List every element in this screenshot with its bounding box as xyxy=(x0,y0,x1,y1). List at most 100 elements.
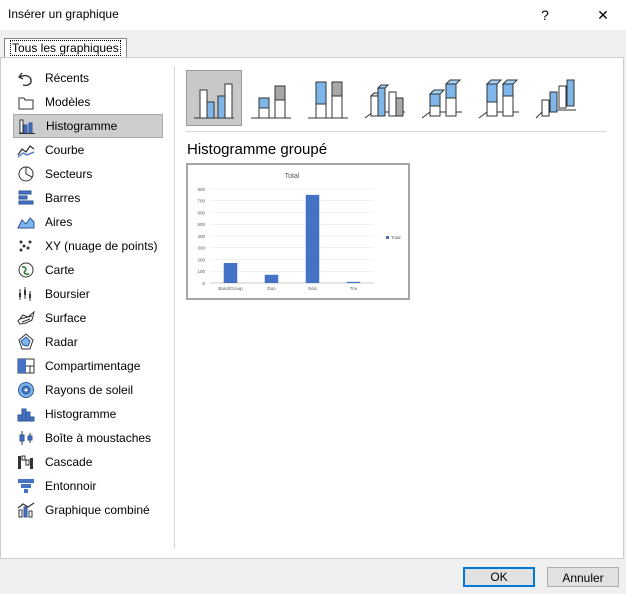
sidebar-item-label: Radar xyxy=(45,335,78,349)
y-tick-label: 200 xyxy=(197,257,205,262)
sidebar-item-label: Récents xyxy=(45,71,90,85)
sidebar-item-courbe[interactable]: Courbe xyxy=(13,138,163,162)
horizontal-divider xyxy=(186,131,606,132)
sidebar-item-bo-te-moustaches[interactable]: Boîte à moustaches xyxy=(13,426,163,450)
y-tick-label: 300 xyxy=(197,246,205,251)
clustered-column-option[interactable] xyxy=(186,70,242,126)
sidebar-item-xy-nuage-de-points[interactable]: XY (nuage de points) xyxy=(13,234,163,258)
preview-chart: Total 0 100 200 300 400 500 600 700 800 Band/Group… xyxy=(197,173,401,291)
sidebar-item-label: Graphique combiné xyxy=(45,503,150,517)
column-chart-icon xyxy=(18,117,36,135)
y-tick-label: 700 xyxy=(197,199,205,204)
box-whisker-icon xyxy=(17,429,35,447)
bar xyxy=(264,274,279,283)
funnel-icon xyxy=(17,477,35,495)
y-tick-label: 500 xyxy=(197,222,205,227)
sidebar-item-aires[interactable]: Aires xyxy=(13,210,163,234)
sidebar-item-surface[interactable]: Surface xyxy=(13,306,163,330)
tab-all-charts[interactable]: Tous les graphiques xyxy=(4,38,127,57)
title-bar: Insérer un graphique ? ✕ xyxy=(0,0,626,30)
sidebar-item-radar[interactable]: Radar xyxy=(13,330,163,354)
3d-column-option[interactable] xyxy=(528,70,584,126)
3d-clustered-column-option[interactable] xyxy=(357,70,413,126)
sidebar-item-label: Modèles xyxy=(45,95,91,109)
sidebar-item-label: Barres xyxy=(45,191,81,205)
y-tick-label: 0 xyxy=(202,281,205,286)
sidebar-item-graphique-combin[interactable]: Graphique combiné xyxy=(13,498,163,522)
3d-column-icon xyxy=(535,79,576,119)
stacked-column-icon xyxy=(251,85,291,119)
tab-strip: Tous les graphiques xyxy=(0,30,626,58)
sidebar-item-label: Courbe xyxy=(45,143,85,157)
legend-swatch xyxy=(386,236,389,239)
3d-stacked-column-icon xyxy=(421,79,462,119)
help-button[interactable]: ? xyxy=(525,0,565,30)
sidebar-item-label: Secteurs xyxy=(45,167,93,181)
x-tick-label: Band/Group xyxy=(218,286,243,291)
sidebar-item-label: Histogramme xyxy=(45,407,117,421)
map-chart-icon xyxy=(17,261,35,279)
sidebar-item-cascade[interactable]: Cascade xyxy=(13,450,163,474)
3d-clustered-column-icon xyxy=(364,84,405,119)
sidebar-item-carte[interactable]: Carte xyxy=(13,258,163,282)
area-chart-icon xyxy=(17,213,35,231)
sidebar-item-label: Rayons de soleil xyxy=(45,383,134,397)
sidebar-item-mod-les[interactable]: Modèles xyxy=(13,90,163,114)
dialog-title: Insérer un graphique xyxy=(8,7,119,21)
folder-icon xyxy=(17,93,35,111)
stock-chart-icon xyxy=(17,285,35,303)
sidebar-item-compartimentage[interactable]: Compartimentage xyxy=(13,354,163,378)
sidebar-item-entonnoir[interactable]: Entonnoir xyxy=(13,474,163,498)
chart-pane: Récents Modèles Histogramme Courbe Secteurs B… xyxy=(0,57,624,559)
line-chart-icon xyxy=(17,141,35,159)
sidebar-item-r-cents[interactable]: Récents xyxy=(13,66,163,90)
combo-chart-icon xyxy=(17,501,35,519)
sidebar-item-histogramme[interactable]: Histogramme xyxy=(13,114,163,138)
treemap-icon xyxy=(17,357,35,375)
sunburst-icon xyxy=(17,381,35,399)
bar xyxy=(305,194,320,283)
subtype-title: Histogramme groupé xyxy=(187,141,328,158)
y-tick-label: 100 xyxy=(197,269,205,274)
sidebar-item-label: Carte xyxy=(45,263,75,277)
percent-stacked-column-option[interactable] xyxy=(300,70,356,126)
x-tick-label: Duo xyxy=(267,286,276,291)
sidebar-item-secteurs[interactable]: Secteurs xyxy=(13,162,163,186)
3d-stacked-column-option[interactable] xyxy=(414,70,470,126)
y-tick-label: 600 xyxy=(197,210,205,215)
waterfall-icon xyxy=(17,453,35,471)
scatter-chart-icon xyxy=(17,237,35,255)
legend-label: Total xyxy=(391,235,401,240)
sidebar-item-label: Compartimentage xyxy=(45,359,141,373)
sidebar-item-boursier[interactable]: Boursier xyxy=(13,282,163,306)
pie-chart-icon xyxy=(17,165,35,183)
clustered-column-icon xyxy=(194,83,234,119)
3d-percent-stacked-column-icon xyxy=(478,79,519,119)
sidebar-item-label: Cascade xyxy=(45,455,93,469)
sidebar-item-barres[interactable]: Barres xyxy=(13,186,163,210)
sidebar-item-label: Boîte à moustaches xyxy=(45,431,152,445)
subtype-gallery xyxy=(186,70,585,126)
undo-arrow-icon xyxy=(17,69,35,87)
sidebar-item-histogramme[interactable]: Histogramme xyxy=(13,402,163,426)
vertical-divider xyxy=(174,66,175,549)
bar-chart-icon xyxy=(17,189,35,207)
cancel-button[interactable]: Annuler xyxy=(547,567,619,587)
ok-button[interactable]: OK xyxy=(463,567,535,587)
3d-percent-stacked-column-option[interactable] xyxy=(471,70,527,126)
stacked-column-option[interactable] xyxy=(243,70,299,126)
x-tick-label: Solo xyxy=(308,286,318,291)
tab-all-charts-label: Tous les graphiques xyxy=(10,40,121,56)
sidebar-item-label: Histogramme xyxy=(46,119,118,133)
chart-preview[interactable]: Total 0 100 200 300 400 500 600 700 800 Band/Group… xyxy=(186,163,410,300)
sidebar-item-rayons-de-soleil[interactable]: Rayons de soleil xyxy=(13,378,163,402)
close-button[interactable]: ✕ xyxy=(583,0,623,30)
sidebar-item-label: Boursier xyxy=(45,287,90,301)
percent-stacked-column-icon xyxy=(308,81,348,119)
bar xyxy=(223,263,238,283)
x-tick-label: Trio xyxy=(350,286,358,291)
y-tick-label: 400 xyxy=(197,234,205,239)
y-tick-label: 800 xyxy=(197,187,205,192)
sidebar-item-label: Aires xyxy=(45,215,73,229)
histogram-icon xyxy=(17,405,35,423)
